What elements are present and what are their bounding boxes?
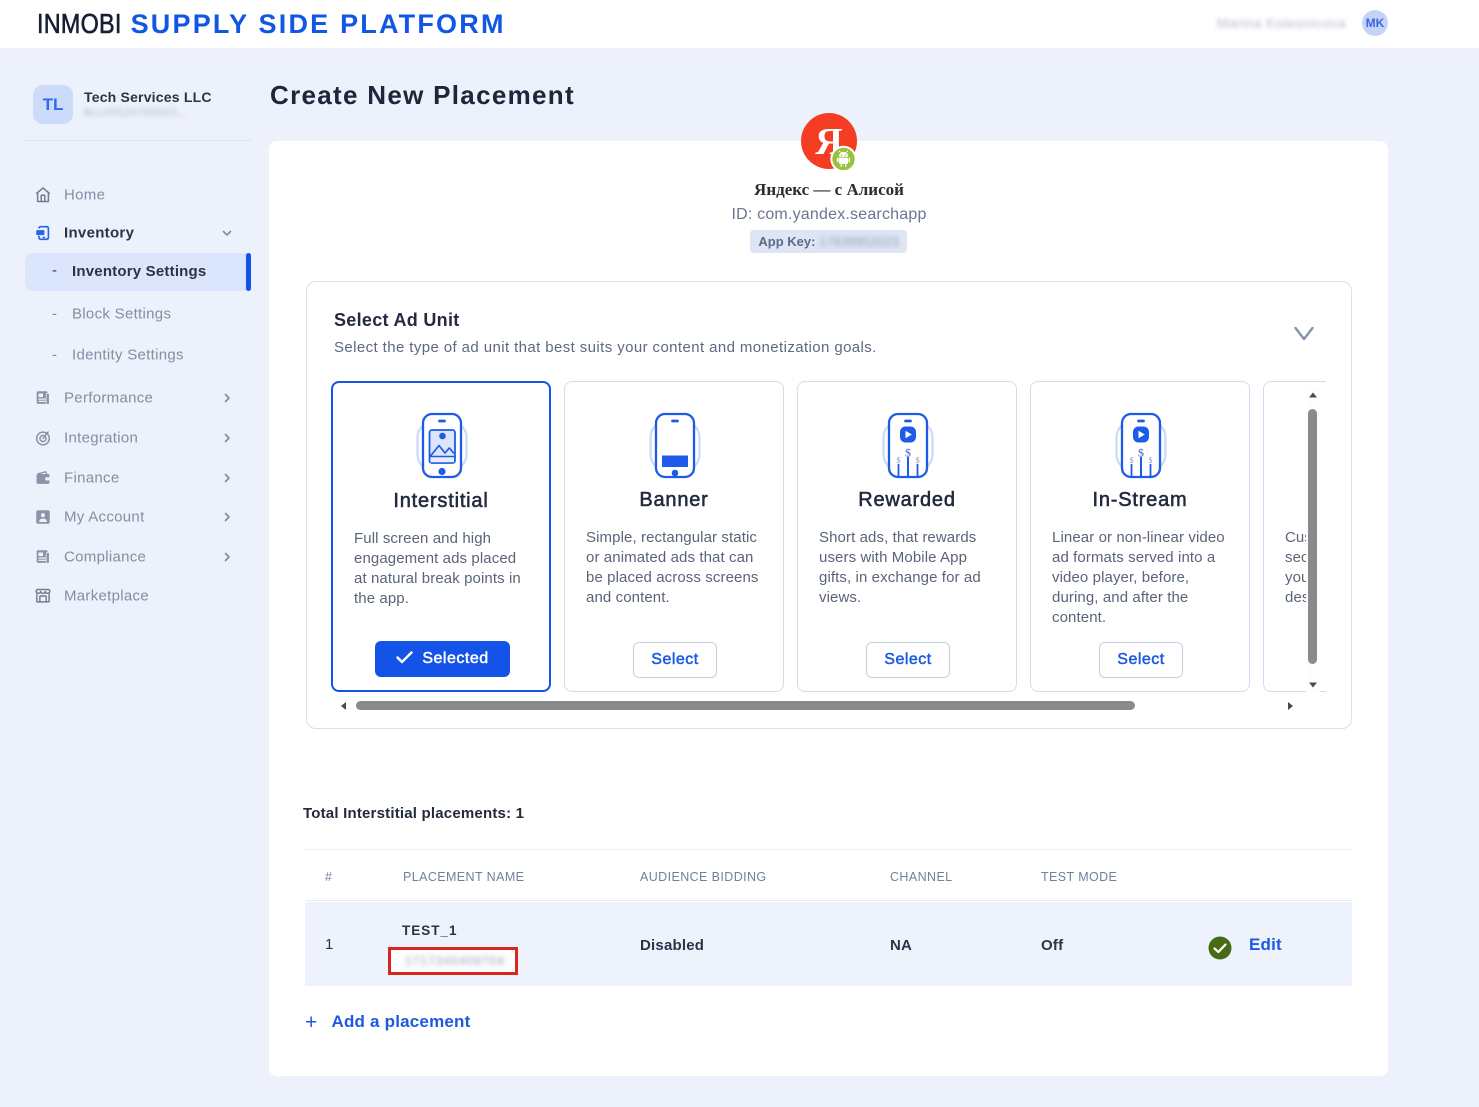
svg-text:$: $ — [1149, 456, 1153, 465]
svg-text:$: $ — [905, 446, 911, 460]
svg-text:$: $ — [1130, 456, 1134, 465]
svg-text:$: $ — [916, 456, 920, 465]
svg-text:$: $ — [897, 456, 901, 465]
svg-text:$: $ — [1138, 446, 1144, 460]
